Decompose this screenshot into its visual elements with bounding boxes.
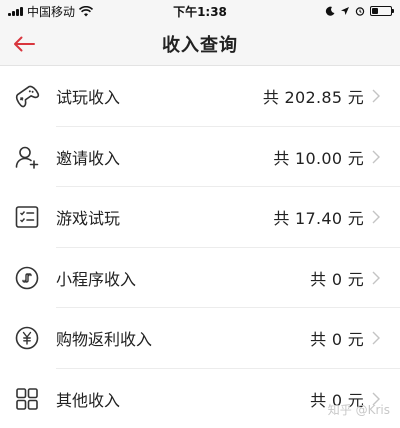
add-user-icon: [14, 144, 40, 170]
row-label: 其他收入: [56, 390, 121, 410]
chevron-right-icon: [372, 271, 382, 285]
chevron-right-icon: [372, 89, 382, 103]
row-label: 试玩收入: [56, 88, 121, 108]
status-right: [325, 6, 394, 16]
signal-icon: [8, 6, 23, 16]
grid-icon: [14, 386, 40, 412]
chevron-right-icon: [372, 150, 382, 164]
chevron-right-icon: [372, 331, 382, 345]
row-right: 共 0 元: [310, 326, 382, 350]
row-amount: 共 0 元: [310, 330, 364, 350]
income-list: 试玩收入 共 202.85 元 邀请收入 共 10.00 元 游戏试玩 共 17…: [0, 66, 400, 428]
row-label: 购物返利收入: [56, 330, 153, 350]
row-label: 小程序收入: [56, 269, 137, 289]
battery-icon: [370, 6, 394, 16]
income-row-shopping-rebate[interactable]: 购物返利收入 共 0 元: [0, 308, 400, 369]
gamepad-icon: [14, 83, 40, 109]
income-row-trial[interactable]: 试玩收入 共 202.85 元: [0, 66, 400, 127]
income-row-mini-program[interactable]: 小程序收入 共 0 元: [0, 247, 400, 308]
row-label: 邀请收入: [56, 148, 121, 168]
row-amount: 共 202.85 元: [262, 88, 364, 108]
chevron-right-icon: [372, 210, 382, 224]
moon-icon: [325, 6, 335, 16]
page-title: 收入查询: [162, 34, 238, 56]
status-left: 中国移动: [8, 3, 94, 20]
row-amount: 共 17.40 元: [273, 209, 364, 229]
status-bar: 中国移动 下午1:38: [0, 0, 400, 22]
checklist-icon: [14, 204, 40, 230]
row-label: 游戏试玩: [56, 209, 121, 229]
row-right: 共 202.85 元: [263, 84, 382, 108]
alarm-icon: [355, 7, 365, 16]
nav-bar: 收入查询: [0, 22, 400, 66]
row-right: 共 0 元: [310, 266, 382, 290]
wifi-icon: [79, 5, 94, 16]
location-icon: [341, 7, 349, 15]
yen-coin-icon: [14, 325, 40, 351]
row-right: 共 17.40 元: [273, 205, 382, 229]
row-right: 共 10.00 元: [273, 145, 382, 169]
income-row-game-trial[interactable]: 游戏试玩 共 17.40 元: [0, 187, 400, 248]
back-button[interactable]: [10, 30, 38, 58]
back-arrow-icon: [14, 36, 35, 52]
mini-program-icon: [14, 265, 40, 291]
income-row-other[interactable]: 其他收入 共 0 元: [0, 368, 400, 428]
income-row-invite[interactable]: 邀请收入 共 10.00 元: [0, 126, 400, 187]
watermark: 知乎 @Kris: [327, 403, 390, 417]
row-amount: 共 0 元: [310, 269, 364, 289]
carrier-name: 中国移动: [27, 4, 76, 19]
row-amount: 共 10.00 元: [273, 148, 364, 168]
